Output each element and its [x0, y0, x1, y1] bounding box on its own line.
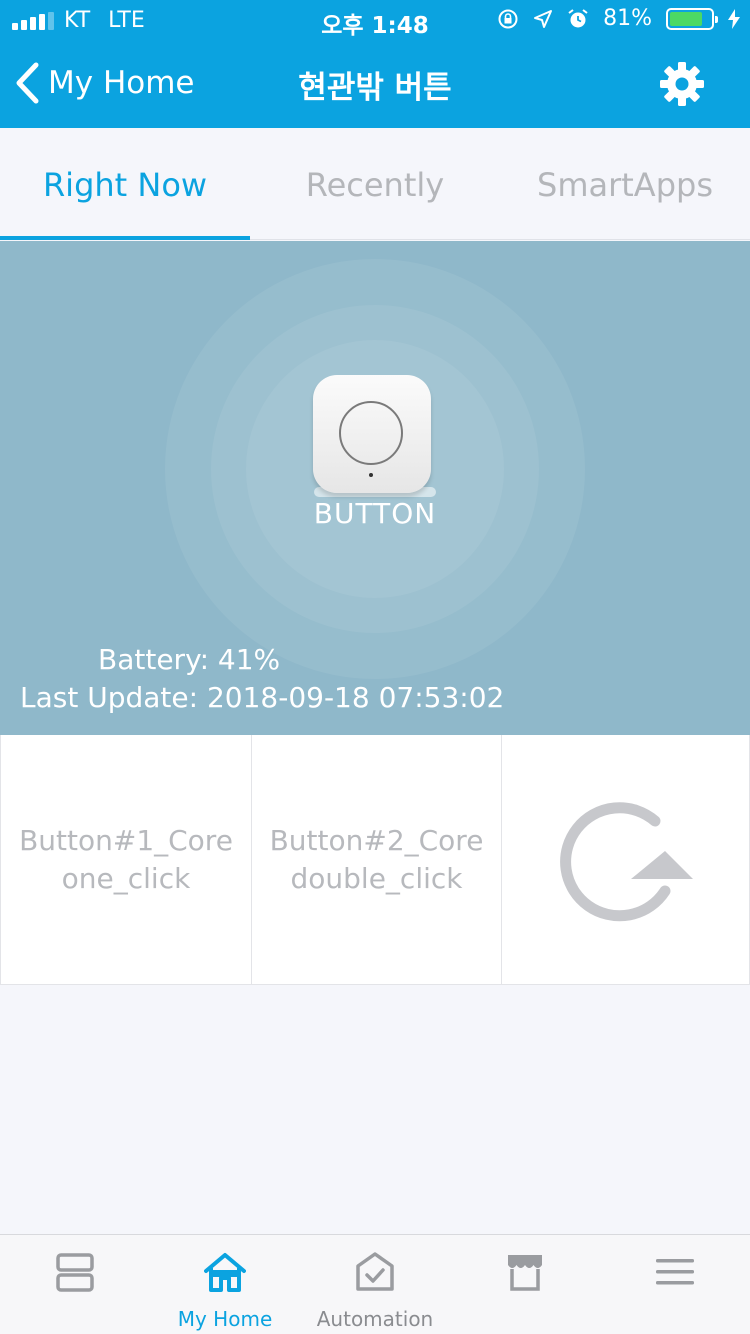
device-name: BUTTON	[313, 497, 437, 530]
action-grid: Button#1_Core one_click Button#2_Core do…	[0, 735, 750, 985]
tabbar-my-home[interactable]: My Home	[150, 1235, 300, 1334]
tabbar-label: Automation	[316, 1307, 434, 1331]
store-icon	[508, 1255, 542, 1291]
tab-recently[interactable]: Recently	[250, 128, 500, 239]
back-label: My Home	[48, 65, 195, 101]
alarm-icon	[568, 8, 588, 27]
home-icon	[204, 1253, 246, 1292]
refresh-icon	[559, 801, 693, 921]
tab-bar: Right Now Recently SmartApps	[0, 128, 750, 240]
location-arrow-icon	[534, 9, 553, 28]
battery-icon	[666, 7, 718, 30]
device-button-circle	[339, 401, 403, 465]
device-battery: Battery: 41%	[98, 643, 281, 676]
gear-icon	[660, 62, 704, 106]
battery-percent: 81%	[603, 6, 652, 31]
refresh-button[interactable]	[502, 735, 750, 984]
action-line1: Button#1_Core	[19, 823, 233, 857]
tabbar-automation[interactable]: Automation	[300, 1235, 450, 1334]
device-last-update: Last Update: 2018-09-18 07:53:02	[20, 681, 505, 714]
device-status-tile: BUTTON Battery: 41% Last Update: 2018-09…	[0, 241, 750, 735]
button-device-icon[interactable]	[313, 375, 431, 493]
tab-smartapps[interactable]: SmartApps	[500, 128, 750, 239]
action-line2: one_click	[61, 861, 191, 895]
battery-fill	[670, 11, 703, 26]
charging-icon	[728, 8, 740, 29]
device-led-dot	[369, 473, 373, 477]
chevron-left-icon	[16, 62, 39, 104]
settings-button[interactable]	[658, 60, 706, 108]
automation-icon	[356, 1252, 394, 1291]
tabbar-menu[interactable]	[600, 1235, 750, 1334]
tabbar-dashboard[interactable]	[0, 1235, 150, 1334]
tab-right-now[interactable]: Right Now	[0, 128, 250, 240]
bottom-tab-bar: My Home Automation	[0, 1234, 750, 1334]
action-button1-one-click[interactable]: Button#1_Core one_click	[0, 735, 252, 984]
action-line2: double_click	[290, 861, 463, 895]
tabbar-label: My Home	[177, 1307, 273, 1331]
action-button2-double-click[interactable]: Button#2_Core double_click	[252, 735, 502, 984]
action-line1: Button#2_Core	[269, 823, 484, 857]
dashboard-icon	[56, 1253, 94, 1292]
status-right: 81%	[497, 6, 740, 31]
app-header: KT LTE 오후 1:48 81% My Home 현관밖 버튼	[0, 0, 750, 128]
menu-icon	[656, 1259, 694, 1285]
status-bar: KT LTE 오후 1:48 81%	[0, 0, 750, 40]
tabbar-store[interactable]	[450, 1235, 600, 1334]
rotation-lock-icon	[498, 9, 518, 28]
back-button[interactable]: My Home	[14, 62, 195, 104]
